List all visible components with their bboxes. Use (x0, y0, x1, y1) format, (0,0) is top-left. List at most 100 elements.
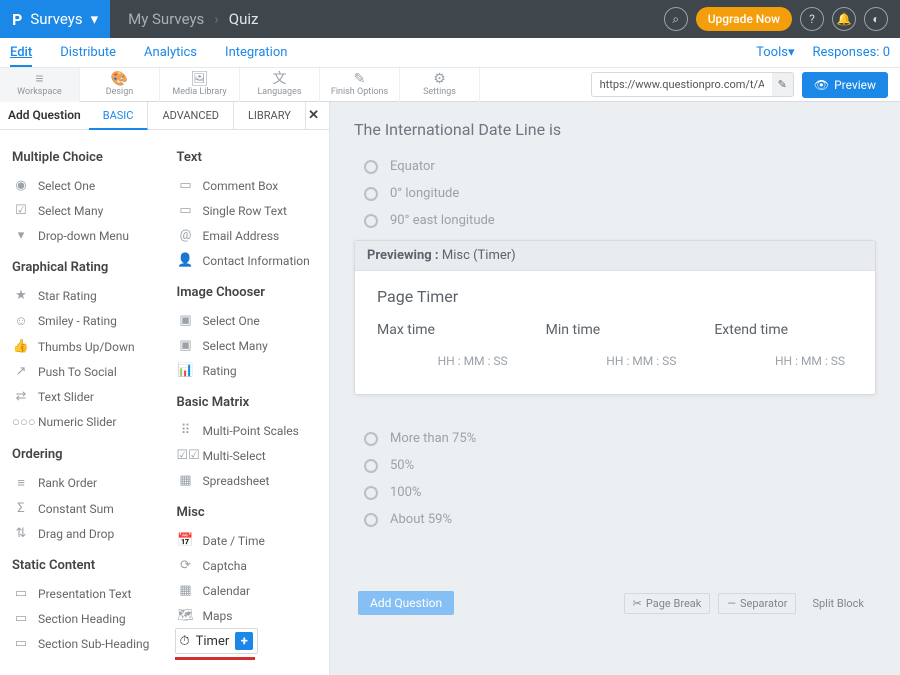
add-question-button[interactable]: Add Question (358, 591, 454, 615)
preview-button[interactable]: 👁 Preview (802, 72, 888, 98)
qtype-constant-sum[interactable]: ΣConstant Sum (10, 496, 155, 521)
tool-finish-options[interactable]: ✎Finish Options (320, 68, 400, 102)
tool-icon: ≡ (35, 72, 43, 86)
qtype-rank-order[interactable]: ≡Rank Order (10, 470, 155, 496)
group-image-chooser: Image Chooser (177, 285, 320, 300)
help-icon[interactable]: ? (800, 7, 824, 31)
qtype-icon: 📊 (177, 363, 195, 378)
upgrade-button[interactable]: Upgrade Now (696, 7, 792, 31)
survey-url-box: ✎ (591, 72, 794, 97)
tool-media-library[interactable]: 🖼Media Library (160, 68, 240, 102)
close-icon[interactable]: ✕ (308, 108, 319, 123)
page-break-button[interactable]: ✂ Page Break (624, 593, 711, 614)
qtype-multi-select[interactable]: ☑☑Multi-Select (175, 443, 320, 468)
radio-icon (364, 187, 378, 201)
option[interactable]: About 59% (354, 506, 876, 533)
breadcrumb-parent[interactable]: My Surveys (128, 10, 204, 28)
qtype-contact-information[interactable]: 👤Contact Information (175, 248, 320, 273)
highlight-underline (175, 657, 255, 660)
qtype-icon: Σ (12, 501, 30, 516)
qtype-push-to-social[interactable]: ↗Push To Social (10, 359, 155, 384)
qtype-star-rating[interactable]: ★Star Rating (10, 283, 155, 308)
tab-edit[interactable]: Edit (10, 40, 32, 67)
qtype-drop-down-menu[interactable]: ▾Drop-down Menu (10, 223, 155, 248)
subtab-basic[interactable]: BASIC (89, 102, 149, 130)
qtype-section-heading[interactable]: ▭Section Heading (10, 606, 155, 631)
timer-extend-time: Extend timeHH : MM : SS (714, 322, 853, 368)
qtype-calendar[interactable]: ▦Calendar (175, 578, 320, 603)
qtype-numeric-slider[interactable]: ○○○Numeric Slider (10, 409, 155, 435)
option[interactable]: Equator (354, 153, 876, 180)
qtype-smiley-rating[interactable]: ☺Smiley - Rating (10, 308, 155, 334)
option[interactable]: More than 75% (354, 425, 876, 452)
qtype-icon: @ (177, 228, 195, 243)
split-block-button[interactable]: Split Block (804, 593, 872, 614)
avatar[interactable]: ◐ (864, 7, 888, 31)
qtype-icon: ▭ (177, 178, 195, 193)
tool-workspace[interactable]: ≡Workspace (0, 68, 80, 102)
survey-url-input[interactable] (592, 73, 772, 96)
preview-panel: Previewing : Misc (Timer) Page Timer Max… (354, 240, 876, 395)
breadcrumb: My Surveys › Quiz (110, 10, 258, 28)
bell-icon[interactable]: 🔔 (832, 7, 856, 31)
brand[interactable]: P Surveys ▾ (0, 0, 110, 38)
tool-design[interactable]: 🎨Design (80, 68, 160, 102)
page-timer-title: Page Timer (377, 287, 853, 306)
tool-languages[interactable]: 文Languages (240, 68, 320, 102)
tools-menu[interactable]: Tools▾ (756, 40, 794, 65)
question-text: The International Date Line is (354, 120, 876, 139)
subtab-library[interactable]: LIBRARY (234, 102, 306, 129)
qtype-icon: ⇅ (12, 526, 30, 541)
responses-count[interactable]: Responses: 0 (812, 40, 890, 65)
qtype-section-sub-heading[interactable]: ▭Section Sub-Heading (10, 631, 155, 656)
radio-icon (364, 486, 378, 500)
qtype-icon: ▭ (12, 636, 30, 651)
qtype-icon: 👍 (12, 339, 30, 354)
group-graphical-rating: Graphical Rating (12, 260, 155, 275)
tool-settings[interactable]: ⚙Settings (400, 68, 480, 102)
qtype-spreadsheet[interactable]: ▦Spreadsheet (175, 468, 320, 493)
qtype-icon: ↗ (12, 364, 30, 379)
qtype-icon: ▦ (177, 583, 195, 598)
option[interactable]: 50% (354, 452, 876, 479)
option[interactable]: 90° east longitude (354, 207, 876, 234)
qtype-icon: ▣ (177, 313, 195, 328)
tab-analytics[interactable]: Analytics (144, 40, 197, 65)
qtype-single-row-text[interactable]: ▭Single Row Text (175, 198, 320, 223)
qtype-email-address[interactable]: @Email Address (175, 223, 320, 248)
qtype-timer[interactable]: ⏱Timer+ (175, 628, 259, 654)
qtype-rating[interactable]: 📊Rating (175, 358, 320, 383)
edit-url-icon[interactable]: ✎ (772, 73, 793, 96)
search-icon[interactable]: ⌕ (664, 7, 688, 31)
tab-distribute[interactable]: Distribute (60, 40, 116, 65)
qtype-thumbs-up-down[interactable]: 👍Thumbs Up/Down (10, 334, 155, 359)
qtype-select-many[interactable]: ▣Select Many (175, 333, 320, 358)
qtype-drag-and-drop[interactable]: ⇅Drag and Drop (10, 521, 155, 546)
qtype-captcha[interactable]: ⟳Captcha (175, 553, 320, 578)
chevron-right-icon: › (214, 10, 219, 28)
option[interactable]: 100% (354, 479, 876, 506)
add-question-label: Add Question (0, 102, 89, 129)
group-text: Text (177, 150, 320, 165)
tab-integration[interactable]: Integration (225, 40, 287, 65)
qtype-text-slider[interactable]: ⇄Text Slider (10, 384, 155, 409)
option[interactable]: 0° longitude (354, 180, 876, 207)
qtype-presentation-text[interactable]: ▭Presentation Text (10, 581, 155, 606)
subtab-advanced[interactable]: ADVANCED (148, 102, 234, 129)
qtype-select-one[interactable]: ◉Select One (10, 173, 155, 198)
tool-icon: ⚙ (433, 72, 446, 86)
qtype-maps[interactable]: 🗺Maps (175, 603, 320, 628)
tool-icon: 🖼 (191, 72, 209, 86)
timer-min-time: Min timeHH : MM : SS (546, 322, 685, 368)
qtype-icon: ▦ (177, 473, 195, 488)
separator-button[interactable]: — Separator (718, 593, 796, 614)
qtype-icon: ▭ (12, 611, 30, 626)
qtype-multi-point-scales[interactable]: ⠿Multi-Point Scales (175, 418, 320, 443)
qtype-icon: ▾ (12, 228, 30, 243)
qtype-select-many[interactable]: ☑Select Many (10, 198, 155, 223)
qtype-comment-box[interactable]: ▭Comment Box (175, 173, 320, 198)
add-timer-icon[interactable]: + (235, 632, 253, 650)
radio-icon (364, 459, 378, 473)
qtype-select-one[interactable]: ▣Select One (175, 308, 320, 333)
qtype-date-time[interactable]: 📅Date / Time (175, 528, 320, 553)
